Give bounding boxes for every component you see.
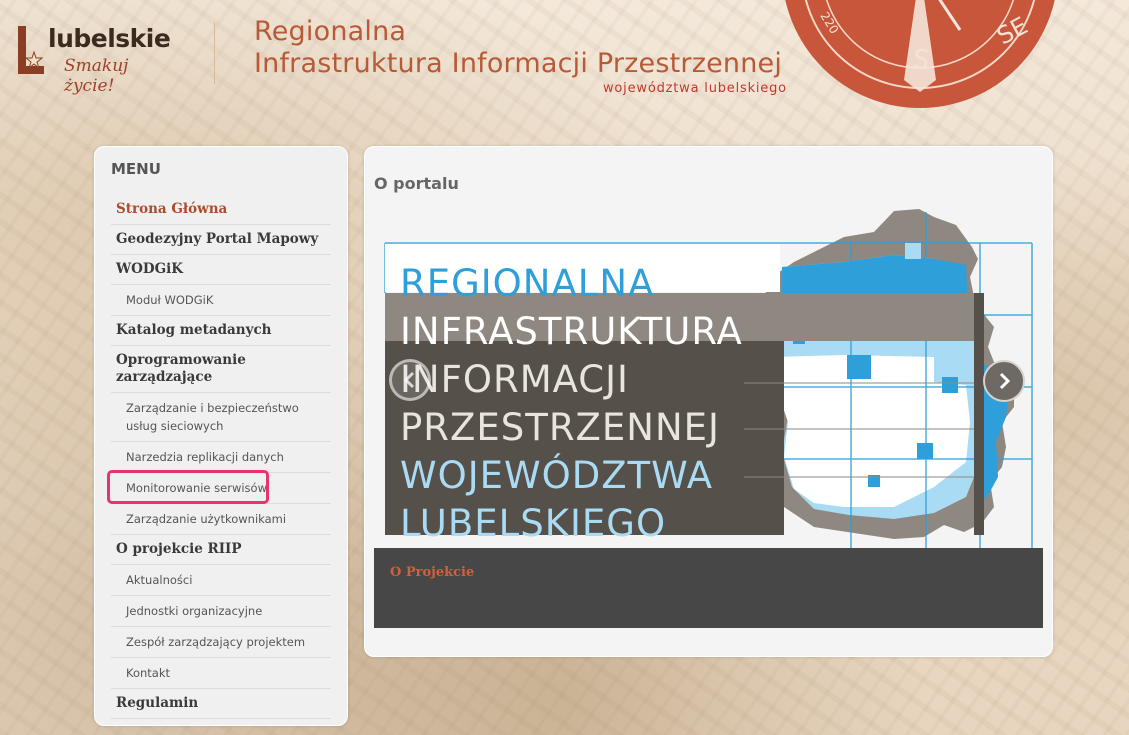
menu-panel: MENU Strona Główna Geodezyjny Portal Map… xyxy=(94,146,348,726)
logo-name: lubelskie xyxy=(48,24,171,53)
menu-item-wodgik[interactable]: WODGiK xyxy=(111,255,331,285)
lubelskie-logo[interactable]: lubelskie Smakuj życie! xyxy=(14,20,174,96)
menu-item-zarzadzanie-bezpieczenstwo[interactable]: Zarządzanie i bezpieczeństwo usług sieci… xyxy=(111,393,331,442)
prev-slide-button[interactable] xyxy=(389,359,431,401)
menu-item-zarzadzanie-uzytkownikami[interactable]: Zarządzanie użytkownikami xyxy=(111,504,331,535)
site-title-line3: województwa lubelskiego xyxy=(603,81,787,96)
menu-item-label: Monitorowanie serwisów xyxy=(126,481,267,495)
header: lubelskie Smakuj życie! Regionalna Infra… xyxy=(0,0,1129,120)
logo-tagline: Smakuj życie! xyxy=(64,56,129,96)
menu-item-oprogramowanie[interactable]: Oprogramowanie zarządzające xyxy=(111,346,331,393)
slide-line-2: INFRASTRUKTURA xyxy=(400,310,743,353)
page-title: O portalu xyxy=(374,174,459,193)
next-slide-button[interactable] xyxy=(983,360,1025,402)
menu-item-strona-glowna[interactable]: Strona Główna xyxy=(111,195,331,225)
slide-caption-bar: O Projekcie xyxy=(374,548,1043,628)
content-panel: O portalu REGIONALNA INFRASTRUKTURA INFO… xyxy=(364,146,1053,657)
menu-item-regulamin[interactable]: Regulamin xyxy=(111,689,331,719)
slide-line-4: PRZESTRZENNEJ xyxy=(400,406,720,449)
menu-item-jednostki[interactable]: Jednostki organizacyjne xyxy=(111,596,331,627)
menu-item-katalog-metadanych[interactable]: Katalog metadanych xyxy=(111,316,331,346)
slide-line-1: REGIONALNA xyxy=(400,262,655,305)
site-title-line1: Regionalna xyxy=(254,16,407,47)
menu-item-aktualnosci[interactable]: Aktualności xyxy=(111,565,331,596)
menu-list: Strona Główna Geodezyjny Portal Mapowy W… xyxy=(107,195,331,719)
site-title-line2: Infrastruktura Informacji Przestrzennej xyxy=(254,48,783,79)
menu-title: MENU xyxy=(111,160,161,178)
menu-item-narzedzia-replikacji[interactable]: Narzedzia replikacji danych xyxy=(111,442,331,473)
next-arrow-icon xyxy=(999,372,1011,390)
menu-item-zespol[interactable]: Zespół zarządzający projektem xyxy=(111,627,331,658)
menu-item-modul-wodgik[interactable]: Moduł WODGiK xyxy=(111,285,331,316)
compass-icon: S SE 220 120 xyxy=(785,0,1055,108)
menu-item-monitorowanie-serwisow[interactable]: Monitorowanie serwisów xyxy=(107,470,331,504)
menu-item-kontakt[interactable]: Kontakt xyxy=(111,658,331,689)
slide-line-5: WOJEWÓDZTWA xyxy=(400,454,714,497)
slide-line-3: INFORMACJI xyxy=(400,358,629,401)
prev-arrow-icon xyxy=(403,371,415,389)
logo-mark-icon xyxy=(18,26,44,74)
header-divider xyxy=(214,22,215,84)
o-projekcie-link[interactable]: O Projekcie xyxy=(390,565,474,580)
slide-line-6: LUBELSKIEGO xyxy=(400,502,667,545)
menu-item-o-projekcie[interactable]: O projekcie RIIP xyxy=(111,535,331,565)
menu-item-geodezyjny-portal[interactable]: Geodezyjny Portal Mapowy xyxy=(111,225,331,255)
image-slider[interactable]: REGIONALNA INFRASTRUKTURA INFORMACJI PRZ… xyxy=(374,207,1043,549)
